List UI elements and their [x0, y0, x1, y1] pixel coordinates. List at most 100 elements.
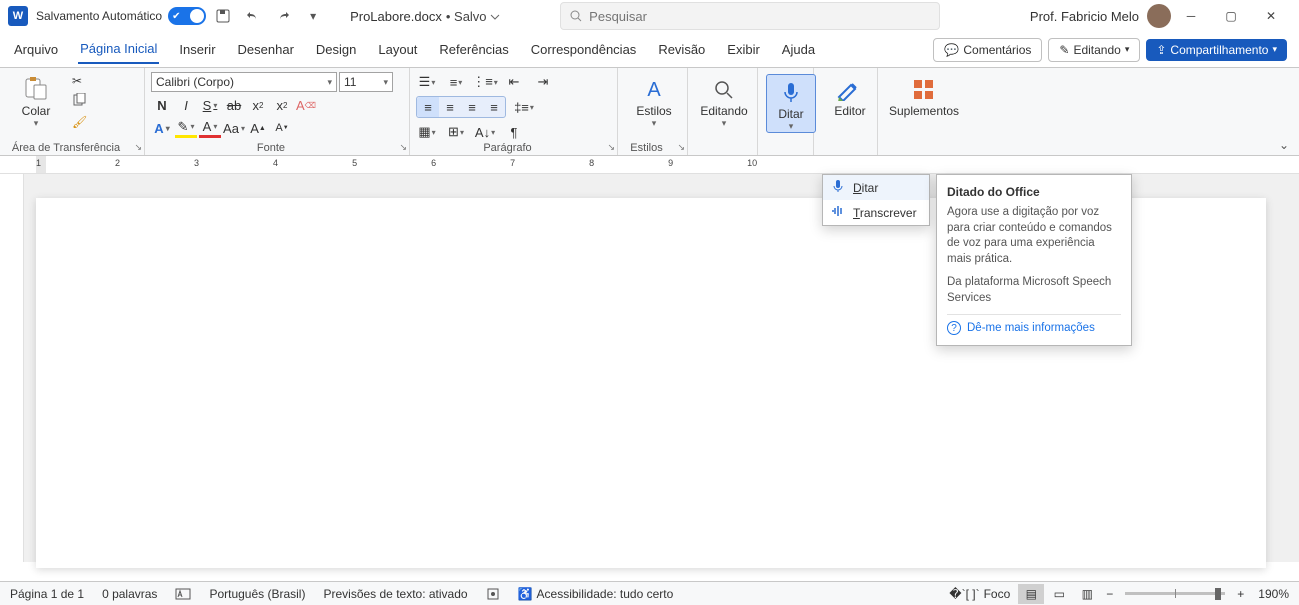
user-name[interactable]: Prof. Fabricio Melo: [1030, 9, 1139, 24]
line-spacing-button[interactable]: ‡≡: [513, 97, 535, 117]
ribbon-collapse-icon[interactable]: ⌄: [1269, 68, 1299, 155]
font-family-combo[interactable]: Calibri (Corpo)▾: [151, 72, 337, 92]
align-justify-icon[interactable]: ≡: [483, 97, 505, 117]
tooltip-more-link[interactable]: ? Dê-me mais informações: [947, 314, 1121, 335]
numbering-button[interactable]: ≡: [445, 72, 467, 92]
multilevel-button[interactable]: ⋮≡: [474, 72, 496, 92]
focus-mode-button[interactable]: �`[ ]`Foco: [943, 584, 1016, 604]
dictate-button[interactable]: Ditar ▾: [766, 74, 816, 133]
paste-button[interactable]: Colar ▾: [6, 72, 66, 129]
transcribe-icon: [831, 204, 845, 221]
save-state[interactable]: • Salvo: [446, 9, 500, 24]
status-macro-icon[interactable]: [486, 587, 500, 601]
dropdown-item-transcrever[interactable]: Transcrever: [823, 200, 929, 225]
redo-icon[interactable]: [270, 3, 296, 29]
subscript-button[interactable]: x2: [247, 95, 269, 115]
document-name: ProLabore.docx: [350, 9, 442, 24]
font-size-combo[interactable]: 11▾: [339, 72, 393, 92]
comment-icon: 💬: [944, 43, 959, 57]
status-accessibility[interactable]: ♿Acessibilidade: tudo certo: [518, 587, 674, 601]
align-center-icon[interactable]: ≡: [439, 97, 461, 117]
bold-button[interactable]: N: [151, 95, 173, 115]
tooltip-body2: Da plataforma Microsoft Speech Services: [947, 275, 1121, 306]
change-case-button[interactable]: Aa: [223, 118, 245, 138]
comments-button[interactable]: 💬Comentários: [933, 38, 1042, 62]
menu-correspondencias[interactable]: Correspondências: [529, 36, 639, 63]
editing-mode-button[interactable]: ✎Editando ▾: [1048, 38, 1140, 62]
increase-indent-icon[interactable]: ⇥: [532, 72, 554, 92]
maximize-icon[interactable]: ▢: [1211, 2, 1251, 30]
styles-button[interactable]: A Estilos ▾: [624, 72, 684, 129]
close-icon[interactable]: ✕: [1251, 2, 1291, 30]
status-text-predictions[interactable]: Previsões de texto: ativado: [323, 587, 467, 601]
clear-format-icon[interactable]: A⌫: [295, 95, 317, 115]
status-words[interactable]: 0 palavras: [102, 587, 157, 601]
zoom-in-icon[interactable]: +: [1233, 587, 1248, 601]
menu-revisao[interactable]: Revisão: [656, 36, 707, 63]
editor-button[interactable]: Editor: [820, 72, 880, 118]
grow-font-icon[interactable]: A▲: [247, 118, 269, 138]
user-avatar-icon[interactable]: [1147, 4, 1171, 28]
tooltip-body1: Agora use a digitação por voz para criar…: [947, 205, 1121, 267]
menu-exibir[interactable]: Exibir: [725, 36, 762, 63]
group-label-clipboard: Área de Transferência: [0, 142, 132, 154]
horizontal-ruler[interactable]: 1 2 3 4 5 6 7 8 9 10: [0, 156, 1299, 174]
styles-launcher-icon[interactable]: ↘: [677, 142, 685, 153]
align-right-icon[interactable]: ≡: [461, 97, 483, 117]
show-marks-icon[interactable]: ¶: [503, 122, 525, 142]
font-color-button[interactable]: A: [199, 118, 221, 138]
decrease-indent-icon[interactable]: ⇤: [503, 72, 525, 92]
search-icon: [569, 9, 583, 23]
dropdown-item-ditar[interactable]: Ditar: [823, 175, 929, 200]
shading-button[interactable]: ▦: [416, 122, 438, 142]
status-language[interactable]: Português (Brasil): [209, 587, 305, 601]
menu-ajuda[interactable]: Ajuda: [780, 36, 817, 63]
italic-button[interactable]: I: [175, 95, 197, 115]
sort-button[interactable]: A↓: [474, 122, 496, 142]
bullets-button[interactable]: ☰: [416, 72, 438, 92]
search-input[interactable]: [589, 9, 931, 24]
clipboard-launcher-icon[interactable]: ↘: [134, 142, 142, 153]
status-page[interactable]: Página 1 de 1: [10, 587, 84, 601]
menu-desenhar[interactable]: Desenhar: [236, 36, 296, 63]
menu-referencias[interactable]: Referências: [437, 36, 510, 63]
autosave-toggle[interactable]: ✔: [168, 7, 206, 25]
paragraph-launcher-icon[interactable]: ↘: [607, 142, 615, 153]
addins-button[interactable]: Suplementos: [884, 72, 964, 118]
cut-icon[interactable]: ✂: [72, 74, 87, 88]
qat-customize-icon[interactable]: ▾: [300, 3, 326, 29]
menu-layout[interactable]: Layout: [376, 36, 419, 63]
highlight-button[interactable]: ✎: [175, 118, 197, 138]
read-mode-view-icon[interactable]: ▭: [1046, 584, 1072, 604]
share-button[interactable]: ⇪Compartilhamento ▾: [1146, 39, 1287, 61]
underline-button[interactable]: S: [199, 95, 221, 115]
menu-design[interactable]: Design: [314, 36, 358, 63]
help-icon: ?: [947, 321, 961, 335]
word-app-icon: W: [8, 6, 28, 26]
borders-button[interactable]: ⊞: [445, 122, 467, 142]
menu-arquivo[interactable]: Arquivo: [12, 36, 60, 63]
copy-icon[interactable]: [72, 93, 87, 110]
superscript-button[interactable]: x2: [271, 95, 293, 115]
minimize-icon[interactable]: ─: [1171, 2, 1211, 30]
zoom-out-icon[interactable]: −: [1102, 587, 1117, 601]
menu-pagina-inicial[interactable]: Página Inicial: [78, 35, 159, 64]
undo-icon[interactable]: [240, 3, 266, 29]
strike-button[interactable]: ab: [223, 95, 245, 115]
vertical-ruler[interactable]: [0, 174, 24, 562]
format-painter-icon[interactable]: 🖌: [72, 115, 87, 129]
save-icon[interactable]: [210, 3, 236, 29]
zoom-level[interactable]: 190%: [1258, 587, 1289, 601]
text-effects-button[interactable]: A: [151, 118, 173, 138]
zoom-slider[interactable]: [1125, 592, 1225, 595]
menu-inserir[interactable]: Inserir: [177, 36, 217, 63]
status-spellcheck-icon[interactable]: [175, 587, 191, 601]
font-launcher-icon[interactable]: ↘: [399, 142, 407, 153]
group-label-styles: Estilos: [618, 142, 675, 154]
editing-find-button[interactable]: Editando ▾: [694, 72, 754, 129]
shrink-font-icon[interactable]: A▼: [271, 118, 293, 138]
search-box[interactable]: [560, 2, 940, 30]
web-layout-view-icon[interactable]: ▥: [1074, 584, 1100, 604]
align-left-icon[interactable]: ≡: [417, 97, 439, 117]
print-layout-view-icon[interactable]: ▤: [1018, 584, 1044, 604]
